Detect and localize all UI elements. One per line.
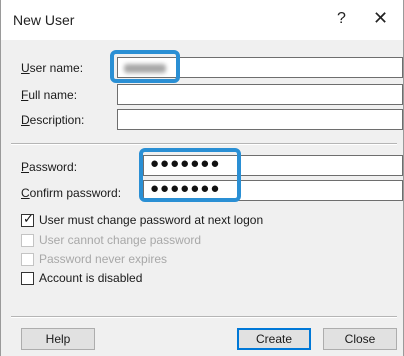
- close-icon[interactable]: ✕: [373, 8, 388, 29]
- create-button[interactable]: Create: [237, 328, 311, 350]
- help-question-icon[interactable]: ?: [337, 10, 346, 28]
- password-highlight: [139, 148, 241, 202]
- title-bar: New User ? ✕: [1, 0, 403, 40]
- checkbox-label: Password never expires: [39, 252, 168, 266]
- checkbox-box: [21, 234, 34, 247]
- checkbox-box: [21, 253, 34, 266]
- divider-top: [11, 143, 397, 145]
- checkbox-label: Account is disabled: [39, 271, 143, 285]
- description-field[interactable]: [117, 109, 403, 130]
- confirm-password-label: Confirm password:: [21, 186, 122, 200]
- description-label: Description:: [21, 113, 85, 127]
- checkmark-icon: ✓: [23, 211, 34, 226]
- full-name-field[interactable]: [117, 84, 403, 105]
- close-button[interactable]: Close: [323, 328, 397, 350]
- dialog-title: New User: [13, 12, 75, 28]
- help-button[interactable]: Help: [21, 328, 95, 350]
- checkbox-box[interactable]: [21, 272, 34, 285]
- full-name-label: Full name:: [21, 88, 78, 102]
- checkbox-box[interactable]: ✓: [21, 211, 34, 227]
- checkbox-label: User cannot change password: [39, 233, 202, 247]
- checkbox-label: User must change password at next logon: [39, 213, 264, 227]
- user-name-label-text: ser name:: [29, 61, 84, 75]
- password-label: Password:: [21, 160, 78, 174]
- user-name-label: User name:: [21, 61, 84, 75]
- divider-bottom: [11, 316, 397, 318]
- user-name-highlight: [110, 50, 180, 83]
- new-user-dialog: New User ? ✕ User name: Full name: Descr…: [0, 0, 404, 356]
